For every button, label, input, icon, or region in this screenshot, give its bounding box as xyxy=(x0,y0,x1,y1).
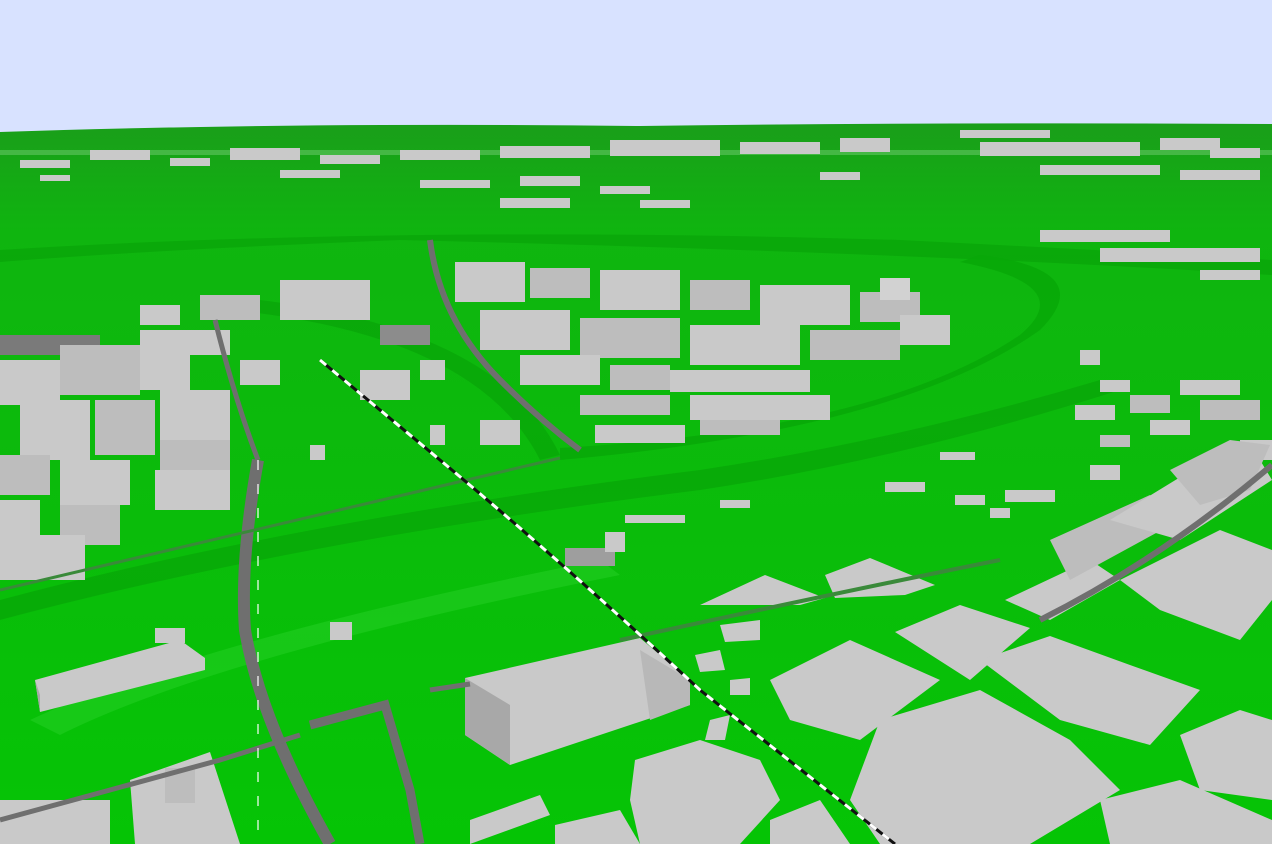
sky xyxy=(0,0,1272,135)
city-render xyxy=(0,0,1272,844)
city-3d-viewport[interactable] xyxy=(0,0,1272,844)
